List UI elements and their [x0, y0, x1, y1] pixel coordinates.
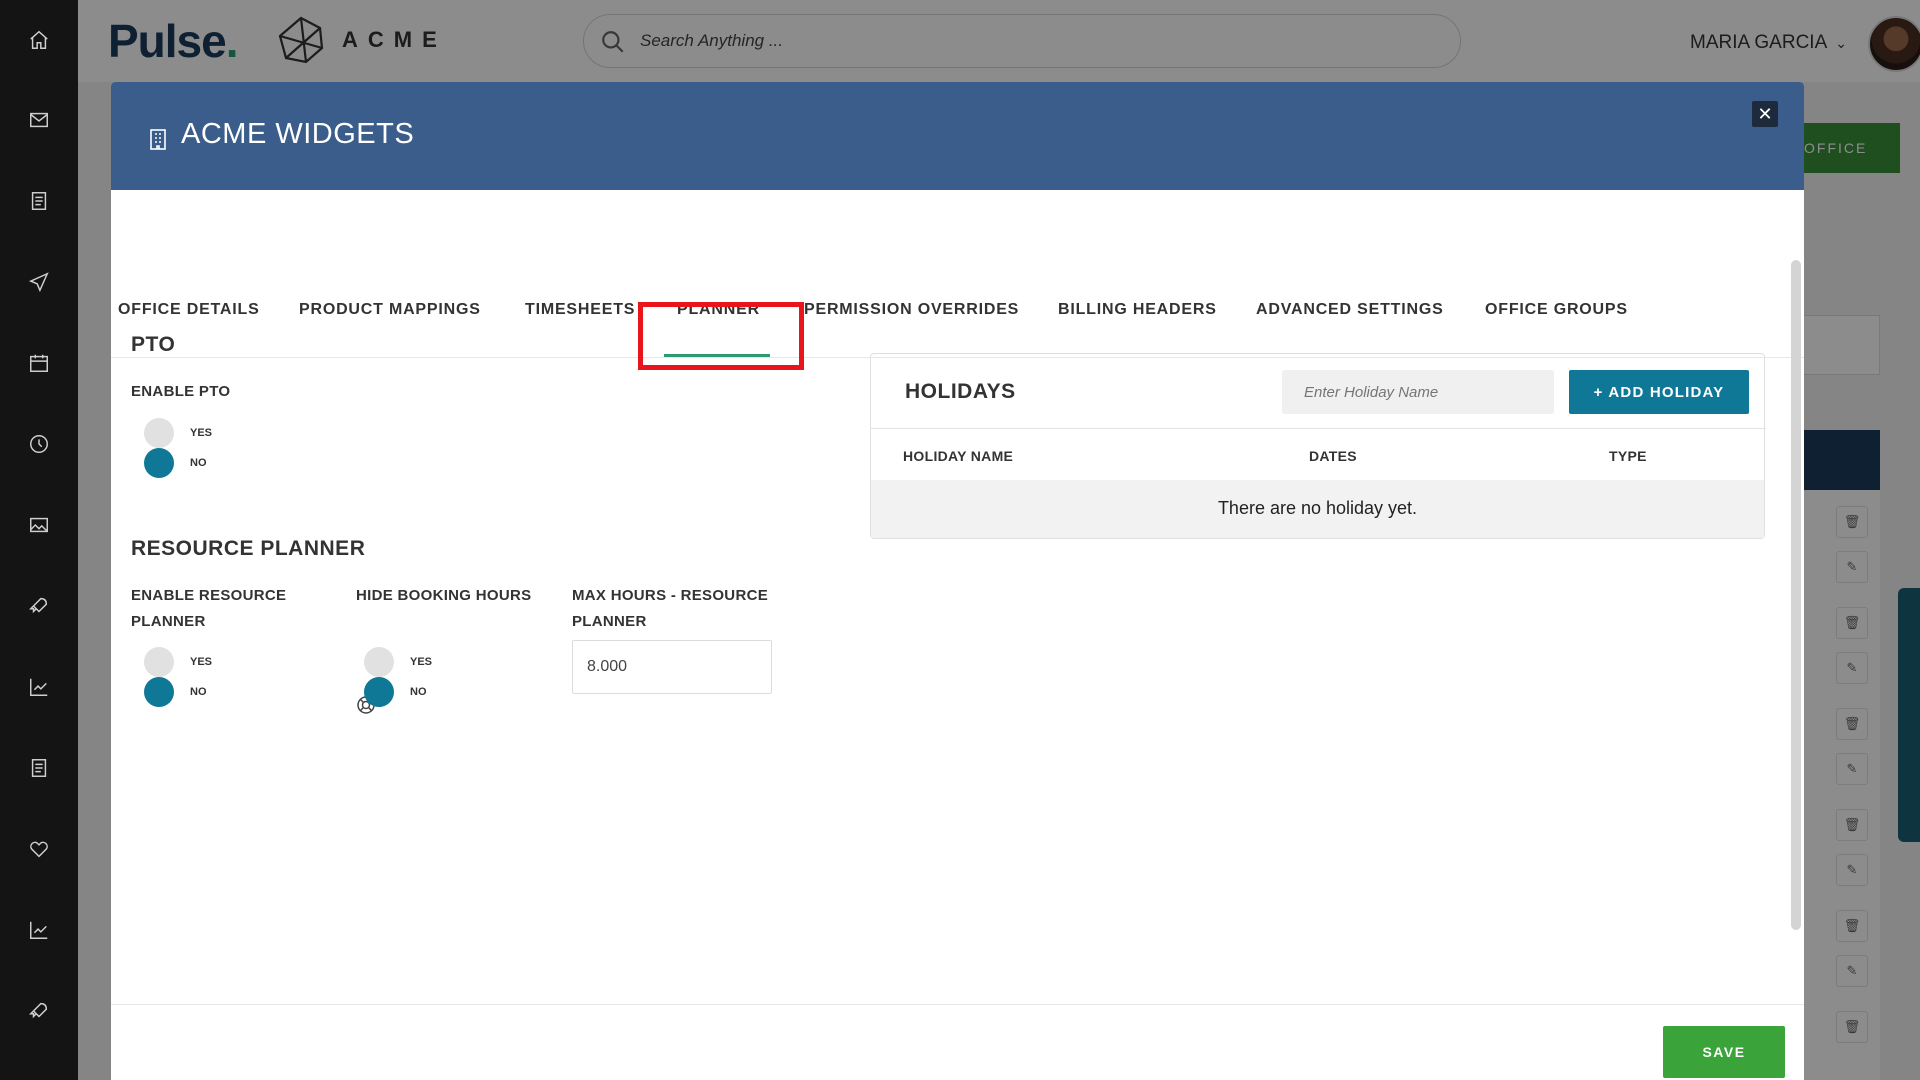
image-icon[interactable]: [25, 511, 53, 539]
holidays-title: HOLIDAYS: [905, 380, 1016, 403]
modal-header: ACME WIDGETS ✕: [111, 82, 1804, 190]
analytics-icon[interactable]: [25, 916, 53, 944]
holidays-panel: HOLIDAYS + ADD HOLIDAY HOLIDAY NAME DATE…: [870, 353, 1766, 539]
hide-booking-hours-label: HIDE BOOKING HOURS: [356, 587, 532, 604]
hide-booking-yes-radio[interactable]: [364, 647, 394, 677]
holidays-divider: [871, 428, 1766, 429]
close-icon: ✕: [1757, 104, 1773, 124]
holiday-name-input[interactable]: [1282, 370, 1554, 414]
max-hours-label: MAX HOURS - RESOURCE PLANNER: [572, 587, 769, 630]
hide-booking-yes-label: YES: [410, 656, 433, 668]
max-hours-input[interactable]: [572, 640, 772, 694]
pto-no-label: NO: [190, 457, 207, 469]
pto-yes-label: YES: [190, 427, 213, 439]
pto-yes-radio[interactable]: [144, 418, 174, 448]
building-icon: [149, 128, 167, 150]
modal-title: ACME WIDGETS: [181, 118, 415, 150]
column-type: TYPE: [1609, 448, 1647, 464]
office-modal: ACME WIDGETS ✕ OFFICE DETAILS PRODUCT MA…: [111, 82, 1804, 1080]
resource-planner-no-label: NO: [190, 686, 207, 698]
add-holiday-button[interactable]: + ADD HOLIDAY: [1569, 370, 1749, 414]
resource-planner-yes-radio[interactable]: [144, 647, 174, 677]
pto-no-radio[interactable]: [144, 448, 174, 478]
resource-planner-no-radio[interactable]: [144, 677, 174, 707]
document-icon[interactable]: [25, 187, 53, 215]
heart-icon[interactable]: [25, 835, 53, 863]
column-holiday-name: HOLIDAY NAME: [903, 448, 1014, 464]
save-button[interactable]: SAVE: [1663, 1026, 1785, 1078]
send-icon[interactable]: [25, 268, 53, 296]
sidebar: [0, 0, 78, 1080]
enable-pto-label: ENABLE PTO: [131, 383, 231, 400]
pto-title: PTO: [131, 333, 176, 356]
clock-icon[interactable]: [25, 430, 53, 458]
calendar-icon[interactable]: [25, 349, 53, 377]
resource-planner-yes-label: YES: [190, 656, 213, 668]
planner-content: PTO ENABLE PTO YES NO RESOURCE PLANNER E…: [111, 258, 1804, 1080]
scrollbar[interactable]: [1791, 260, 1801, 930]
resource-planner-title: RESOURCE PLANNER: [131, 537, 366, 560]
report-icon[interactable]: [25, 754, 53, 782]
home-icon[interactable]: [25, 26, 53, 54]
enable-resource-planner-label: ENABLE RESOURCE PLANNER: [131, 587, 287, 630]
close-button[interactable]: ✕: [1752, 101, 1778, 127]
holidays-empty-message: There are no holiday yet.: [871, 480, 1764, 538]
mail-icon[interactable]: [25, 106, 53, 134]
launch-icon[interactable]: [25, 997, 53, 1025]
footer-divider: [111, 1004, 1804, 1005]
chart-icon[interactable]: [25, 673, 53, 701]
rocket-icon[interactable]: [25, 592, 53, 620]
hide-booking-no-label: NO: [410, 686, 427, 698]
column-dates: DATES: [1309, 448, 1357, 464]
hide-booking-no-radio[interactable]: [364, 677, 394, 707]
